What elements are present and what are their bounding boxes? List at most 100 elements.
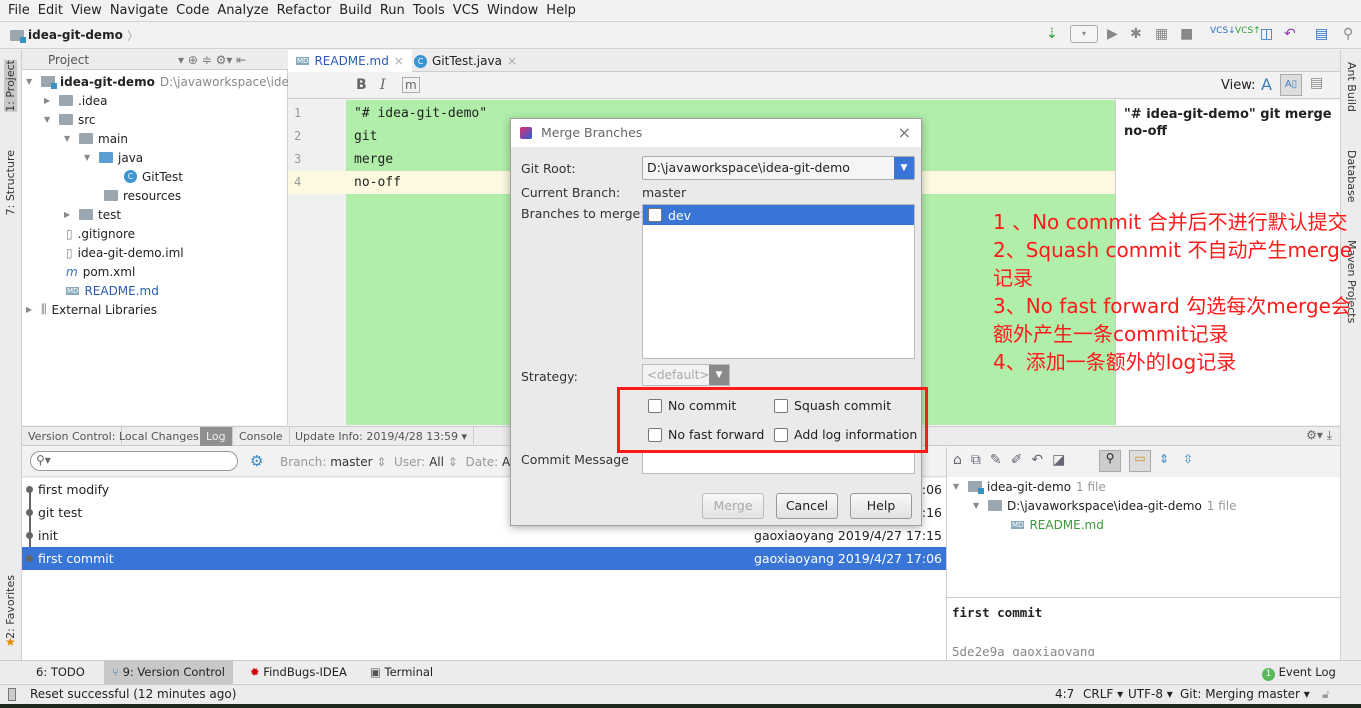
panel-options-icons[interactable]: ▾ ⊕ ≑ ⚙▾ ⇤ [178, 53, 246, 67]
menu-run[interactable]: Run [376, 3, 409, 18]
tree-item-idea[interactable]: ▶ .idea [44, 91, 108, 110]
tree-item-pom[interactable]: m pom.xml [66, 262, 135, 281]
terminal-tool-button[interactable]: ▣ Terminal [362, 661, 441, 684]
project-panel-title[interactable]: Project [48, 53, 89, 67]
split-view-button[interactable]: A▯ [1280, 74, 1302, 96]
branch-checkbox[interactable] [648, 208, 662, 222]
tree-item-main[interactable]: ▼ main [64, 129, 128, 148]
code-button[interactable]: m [402, 77, 420, 93]
close-icon[interactable]: × [898, 123, 911, 142]
editor-tabs: MD README.md × C GitTest.java × [288, 50, 1340, 72]
tab-gittest[interactable]: C GitTest.java × [406, 50, 525, 72]
revert-icon[interactable]: ↶ [1284, 26, 1296, 42]
project-tool-button[interactable]: 1: Project [4, 60, 17, 112]
lock-icon[interactable]: 🔓︎ [1322, 685, 1330, 704]
menu-window[interactable]: Window [483, 3, 542, 18]
menu-file[interactable]: File [4, 3, 34, 18]
gear-icon[interactable]: ⚙ [250, 452, 263, 470]
tree-item-gitignore[interactable]: ▯ .gitignore [66, 224, 135, 243]
italic-button[interactable]: I [380, 77, 386, 93]
history-icon[interactable]: ◫ [1260, 26, 1273, 42]
menu-code[interactable]: Code [172, 3, 213, 18]
todo-tool-button[interactable]: 6: TODO [28, 661, 93, 684]
bold-button[interactable]: B [356, 77, 367, 93]
vcs-commit-icon[interactable]: VCS↑ [1235, 26, 1261, 36]
tree-item-external-libraries[interactable]: ▶ ⫼ External Libraries [26, 300, 157, 319]
tree-label: README.md [1029, 517, 1104, 532]
run-config-dropdown[interactable]: ▾ [1070, 25, 1098, 43]
expand-all-icon[interactable]: ⇕ [1159, 452, 1169, 466]
preview-diff-icon[interactable]: ⚲ [1099, 450, 1121, 472]
help-button[interactable]: Help [850, 493, 912, 519]
coverage-icon[interactable]: ▦ [1155, 26, 1168, 42]
caret-position[interactable]: 4:7 [1055, 685, 1074, 704]
menu-help[interactable]: Help [542, 3, 580, 18]
favorites-tool-button[interactable]: 2: Favorites [4, 575, 17, 639]
toggle-tool-windows-icon[interactable] [8, 688, 16, 701]
search-everywhere-icon[interactable]: ⚲ [1343, 26, 1353, 42]
tab-log[interactable]: Log [200, 427, 233, 446]
menu-build[interactable]: Build [335, 3, 376, 18]
menu-vcs[interactable]: VCS [449, 3, 483, 18]
commit-row[interactable]: init gaoxiaoyang 2019/4/27 17:15 [22, 524, 946, 547]
changes-root[interactable]: ▼ idea-git-demo 1 file [953, 477, 1106, 496]
branch-filter[interactable]: Branch: master ⇕ [280, 455, 386, 469]
cancel-button[interactable]: Cancel [776, 493, 838, 519]
close-icon[interactable]: × [507, 54, 517, 68]
line-separator[interactable]: CRLF ▾ [1083, 685, 1123, 704]
menu-tools[interactable]: Tools [409, 3, 449, 18]
collapse-all-icon[interactable]: ⇳ [1183, 452, 1193, 466]
event-log-button[interactable]: 1 Event Log [1254, 661, 1344, 684]
file-encoding[interactable]: UTF-8 ▾ [1128, 685, 1173, 704]
database-tool-button[interactable]: Database [1345, 150, 1358, 203]
module-folder-icon [10, 29, 26, 43]
strategy-select[interactable]: <default> ▼ [642, 364, 730, 386]
log-search-input[interactable]: ⚲▾ [30, 451, 238, 471]
tree-label: GitTest [142, 169, 183, 184]
merge-button[interactable]: Merge [702, 493, 764, 519]
update-project-icon[interactable]: ⇣ [1046, 26, 1058, 42]
menu-refactor[interactable]: Refactor [273, 3, 336, 18]
stop-icon[interactable]: ■ [1180, 26, 1193, 42]
commit-row[interactable]: first commit gaoxiaoyang 2019/4/27 17:06 [22, 547, 946, 570]
commit-message-input[interactable] [642, 452, 915, 474]
tree-item-resources[interactable]: resources [104, 186, 181, 205]
structure-tool-button[interactable]: 7: Structure [4, 150, 17, 215]
group-by-directory-icon[interactable]: ▭ [1129, 450, 1151, 472]
menu-navigate[interactable]: Navigate [106, 3, 172, 18]
changes-action-icons[interactable]: ⌂⧉✎✐↶◪ [953, 452, 1074, 468]
tree-item-iml[interactable]: ▯ idea-git-demo.iml [66, 243, 184, 262]
tree-item-test[interactable]: ▶ test [64, 205, 121, 224]
user-filter[interactable]: User: All ⇕ [394, 455, 458, 469]
tab-readme[interactable]: MD README.md × [288, 50, 412, 72]
tab-local-changes[interactable]: Local Changes [113, 427, 206, 446]
git-root-select[interactable]: D:\javaworkspace\idea-git-demo ▼ [642, 156, 915, 180]
preview-only-view-button[interactable]: ▤ [1310, 75, 1323, 91]
tab-update-info[interactable]: Update Info: 2019/4/28 13:59 ▾ [289, 427, 474, 446]
tree-item-gittest[interactable]: C GitTest [124, 167, 183, 186]
settings-gear-icon[interactable]: ⚙▾ ⤓ [1306, 428, 1332, 443]
editor-only-view-button[interactable]: A [1261, 75, 1272, 94]
vcs-branch-widget[interactable]: Git: Merging master ▾ [1180, 685, 1310, 704]
close-icon[interactable]: × [394, 54, 404, 68]
debug-icon[interactable]: ✱ [1130, 26, 1142, 42]
breadcrumb[interactable]: idea-git-demo 〉 [10, 27, 139, 44]
tree-item-java[interactable]: ▼ java [84, 148, 143, 167]
changes-file[interactable]: MD README.md [1011, 515, 1104, 534]
version-control-tool-button[interactable]: ⑂ 9: Version Control [104, 661, 233, 684]
project-structure-icon[interactable]: ▤ [1315, 26, 1328, 42]
tree-item-readme[interactable]: MD README.md [66, 281, 159, 300]
menu-view[interactable]: View [67, 3, 106, 18]
run-icon[interactable]: ▶ [1107, 26, 1118, 42]
menu-analyze[interactable]: Analyze [213, 3, 272, 18]
ant-build-tool-button[interactable]: Ant Build [1345, 62, 1358, 112]
vcs-update-icon[interactable]: VCS↓ [1210, 26, 1236, 36]
tab-console[interactable]: Console [233, 427, 290, 446]
tree-item-src[interactable]: ▼ src [44, 110, 96, 129]
findbugs-tool-button[interactable]: ✹ FindBugs-IDEA [242, 661, 355, 684]
branch-item-dev[interactable]: dev [643, 205, 914, 225]
tree-label: java [118, 150, 144, 165]
menu-edit[interactable]: Edit [34, 3, 67, 18]
changes-path[interactable]: ▼ D:\javaworkspace\idea-git-demo 1 file [973, 496, 1237, 515]
tree-root[interactable]: ▼ idea-git-demo D:\javaworkspace\idea [26, 72, 296, 91]
